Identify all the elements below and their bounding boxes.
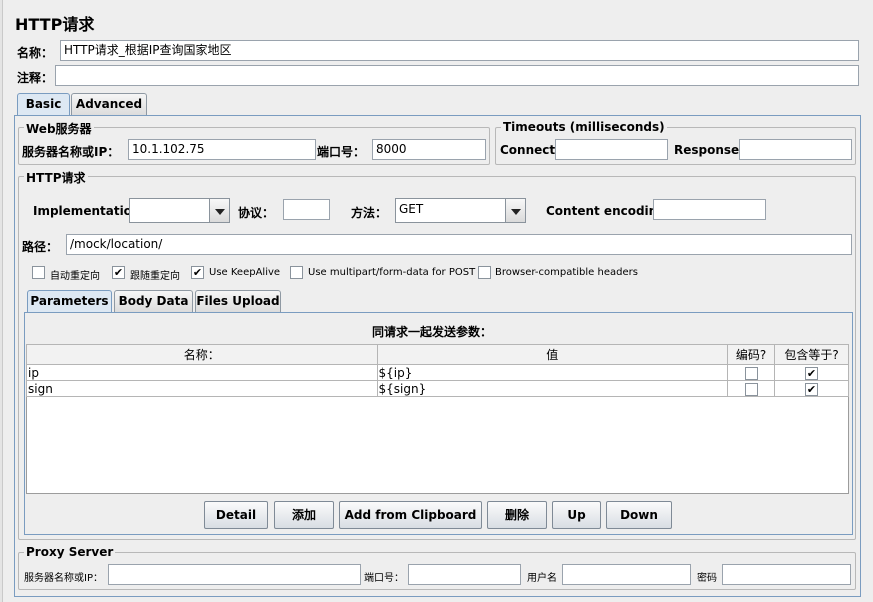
comment-label: 注释： xyxy=(17,71,54,85)
table-row[interactable]: ip ${ip} ✔ xyxy=(26,364,849,381)
content-encoding-label: Content encoding: xyxy=(546,204,671,218)
proxy-server-label: 服务器名称或IP： xyxy=(24,573,103,584)
multipart-label: Use multipart/form-data for POST xyxy=(308,267,476,278)
proxy-port-label: 端口号： xyxy=(364,573,404,584)
tab-body-data[interactable]: Body Data xyxy=(114,290,193,312)
connect-label: Connect: xyxy=(500,143,560,157)
param-value-cell[interactable]: ${sign} xyxy=(376,380,729,397)
proxy-username-field[interactable] xyxy=(562,564,691,585)
column-include-equals-header[interactable]: 包含等于? xyxy=(774,344,849,365)
delete-button[interactable]: 删除 xyxy=(487,501,547,529)
tab-basic[interactable]: Basic xyxy=(17,93,70,116)
implementation-select[interactable] xyxy=(129,198,230,223)
table-row[interactable]: sign ${sign} ✔ xyxy=(26,380,849,397)
down-button[interactable]: Down xyxy=(606,501,672,529)
parameters-table: 名称： 值 编码? 包含等于? ip ${ip} ✔ sign ${sign} … xyxy=(26,344,849,397)
include-equals-cell[interactable]: ✔ xyxy=(774,364,849,381)
tab-advanced[interactable]: Advanced xyxy=(71,93,147,115)
include-equals-cell[interactable]: ✔ xyxy=(774,380,849,397)
column-encode-header[interactable]: 编码? xyxy=(727,344,775,365)
page-title: HTTP请求 xyxy=(15,15,95,34)
chevron-down-icon[interactable] xyxy=(505,199,525,222)
browser-headers-checkbox[interactable] xyxy=(478,266,491,279)
auto-redirect-checkbox[interactable] xyxy=(32,266,45,279)
add-from-clipboard-button[interactable]: Add from Clipboard xyxy=(339,501,482,529)
response-timeout-field[interactable] xyxy=(739,139,852,160)
encode-checkbox[interactable] xyxy=(744,382,758,396)
keepalive-checkbox[interactable]: ✔ xyxy=(191,266,204,279)
param-name-cell[interactable]: sign xyxy=(26,380,378,397)
proxy-password-label: 密码 xyxy=(697,573,717,584)
follow-redirect-checkbox[interactable]: ✔ xyxy=(112,266,125,279)
timeouts-legend: Timeouts (milliseconds) xyxy=(501,120,667,134)
connect-timeout-field[interactable] xyxy=(555,139,668,160)
method-value: GET xyxy=(399,202,424,216)
encode-cell[interactable] xyxy=(727,380,775,397)
left-frame-edge xyxy=(0,0,3,602)
follow-redirect-label: 跟随重定向 xyxy=(130,271,180,282)
http-request-legend: HTTP请求 xyxy=(24,169,88,186)
port-field[interactable]: 8000 xyxy=(372,139,486,160)
comment-field[interactable] xyxy=(55,65,859,86)
web-server-legend: Web服务器 xyxy=(24,120,94,137)
include-equals-checkbox[interactable]: ✔ xyxy=(805,366,818,380)
multipart-checkbox[interactable] xyxy=(290,266,303,279)
port-label: 端口号： xyxy=(317,145,366,159)
browser-headers-label: Browser-compatible headers xyxy=(495,267,638,278)
keepalive-label: Use KeepAlive xyxy=(209,267,281,278)
column-name-header[interactable]: 名称： xyxy=(26,344,378,365)
path-field[interactable]: /mock/location/ xyxy=(66,234,852,255)
method-label: 方法： xyxy=(351,206,388,220)
auto-redirect-label: 自动重定向 xyxy=(50,271,100,282)
server-name-field[interactable]: 10.1.102.75 xyxy=(128,139,316,160)
up-button[interactable]: Up xyxy=(552,501,601,529)
content-encoding-field[interactable] xyxy=(653,199,766,220)
proxy-password-field[interactable] xyxy=(722,564,851,585)
proxy-server-field[interactable] xyxy=(108,564,361,585)
proxy-port-field[interactable] xyxy=(408,564,521,585)
name-field[interactable]: HTTP请求_根据IP查询国家地区 xyxy=(60,40,859,61)
chevron-down-icon[interactable] xyxy=(209,199,229,222)
param-value-cell[interactable]: ${ip} xyxy=(376,364,729,381)
method-select[interactable]: GET xyxy=(395,198,526,223)
tab-parameters[interactable]: Parameters xyxy=(27,290,112,313)
column-value-header[interactable]: 值 xyxy=(376,344,729,365)
param-name-cell[interactable]: ip xyxy=(26,364,378,381)
proxy-username-label: 用户名 xyxy=(527,573,557,584)
encode-checkbox[interactable] xyxy=(744,366,758,380)
server-name-label: 服务器名称或IP： xyxy=(22,145,120,159)
protocol-field[interactable] xyxy=(283,199,330,220)
parameters-caption: 同请求一起发送参数： xyxy=(372,325,493,339)
path-label: 路径： xyxy=(22,240,59,254)
response-label: Response: xyxy=(674,143,744,157)
tab-files-upload[interactable]: Files Upload xyxy=(195,290,281,312)
protocol-label: 协议： xyxy=(238,206,275,220)
add-button[interactable]: 添加 xyxy=(274,501,334,529)
proxy-server-legend: Proxy Server xyxy=(24,545,116,559)
include-equals-checkbox[interactable]: ✔ xyxy=(805,382,818,396)
detail-button[interactable]: Detail xyxy=(204,501,268,529)
encode-cell[interactable] xyxy=(727,364,775,381)
name-label: 名称： xyxy=(17,46,54,60)
